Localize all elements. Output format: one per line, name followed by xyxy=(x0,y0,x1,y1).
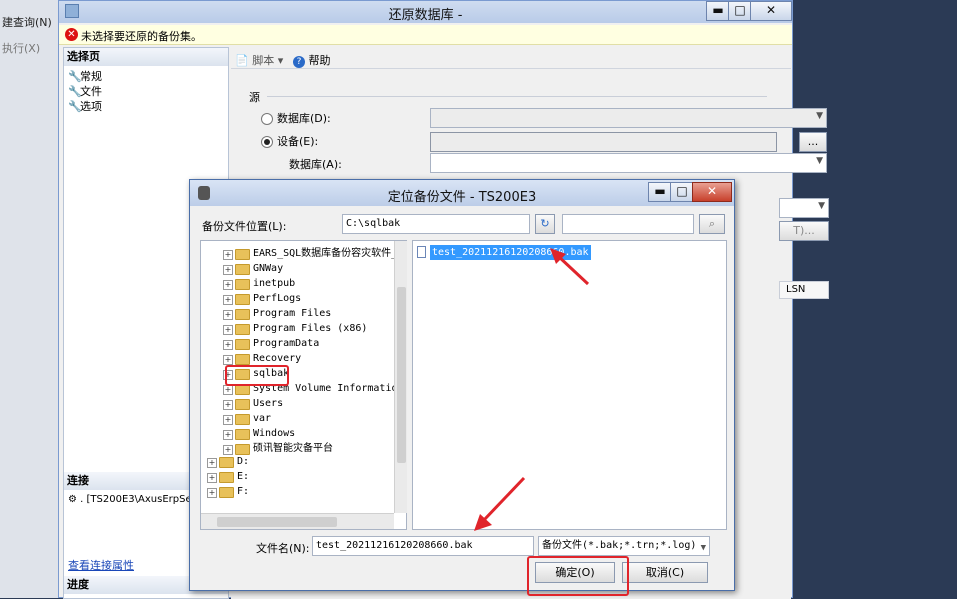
annotation-arrow-filename xyxy=(482,476,526,522)
annotation-arrow-file xyxy=(556,254,590,286)
annotation-arrows xyxy=(474,248,590,531)
